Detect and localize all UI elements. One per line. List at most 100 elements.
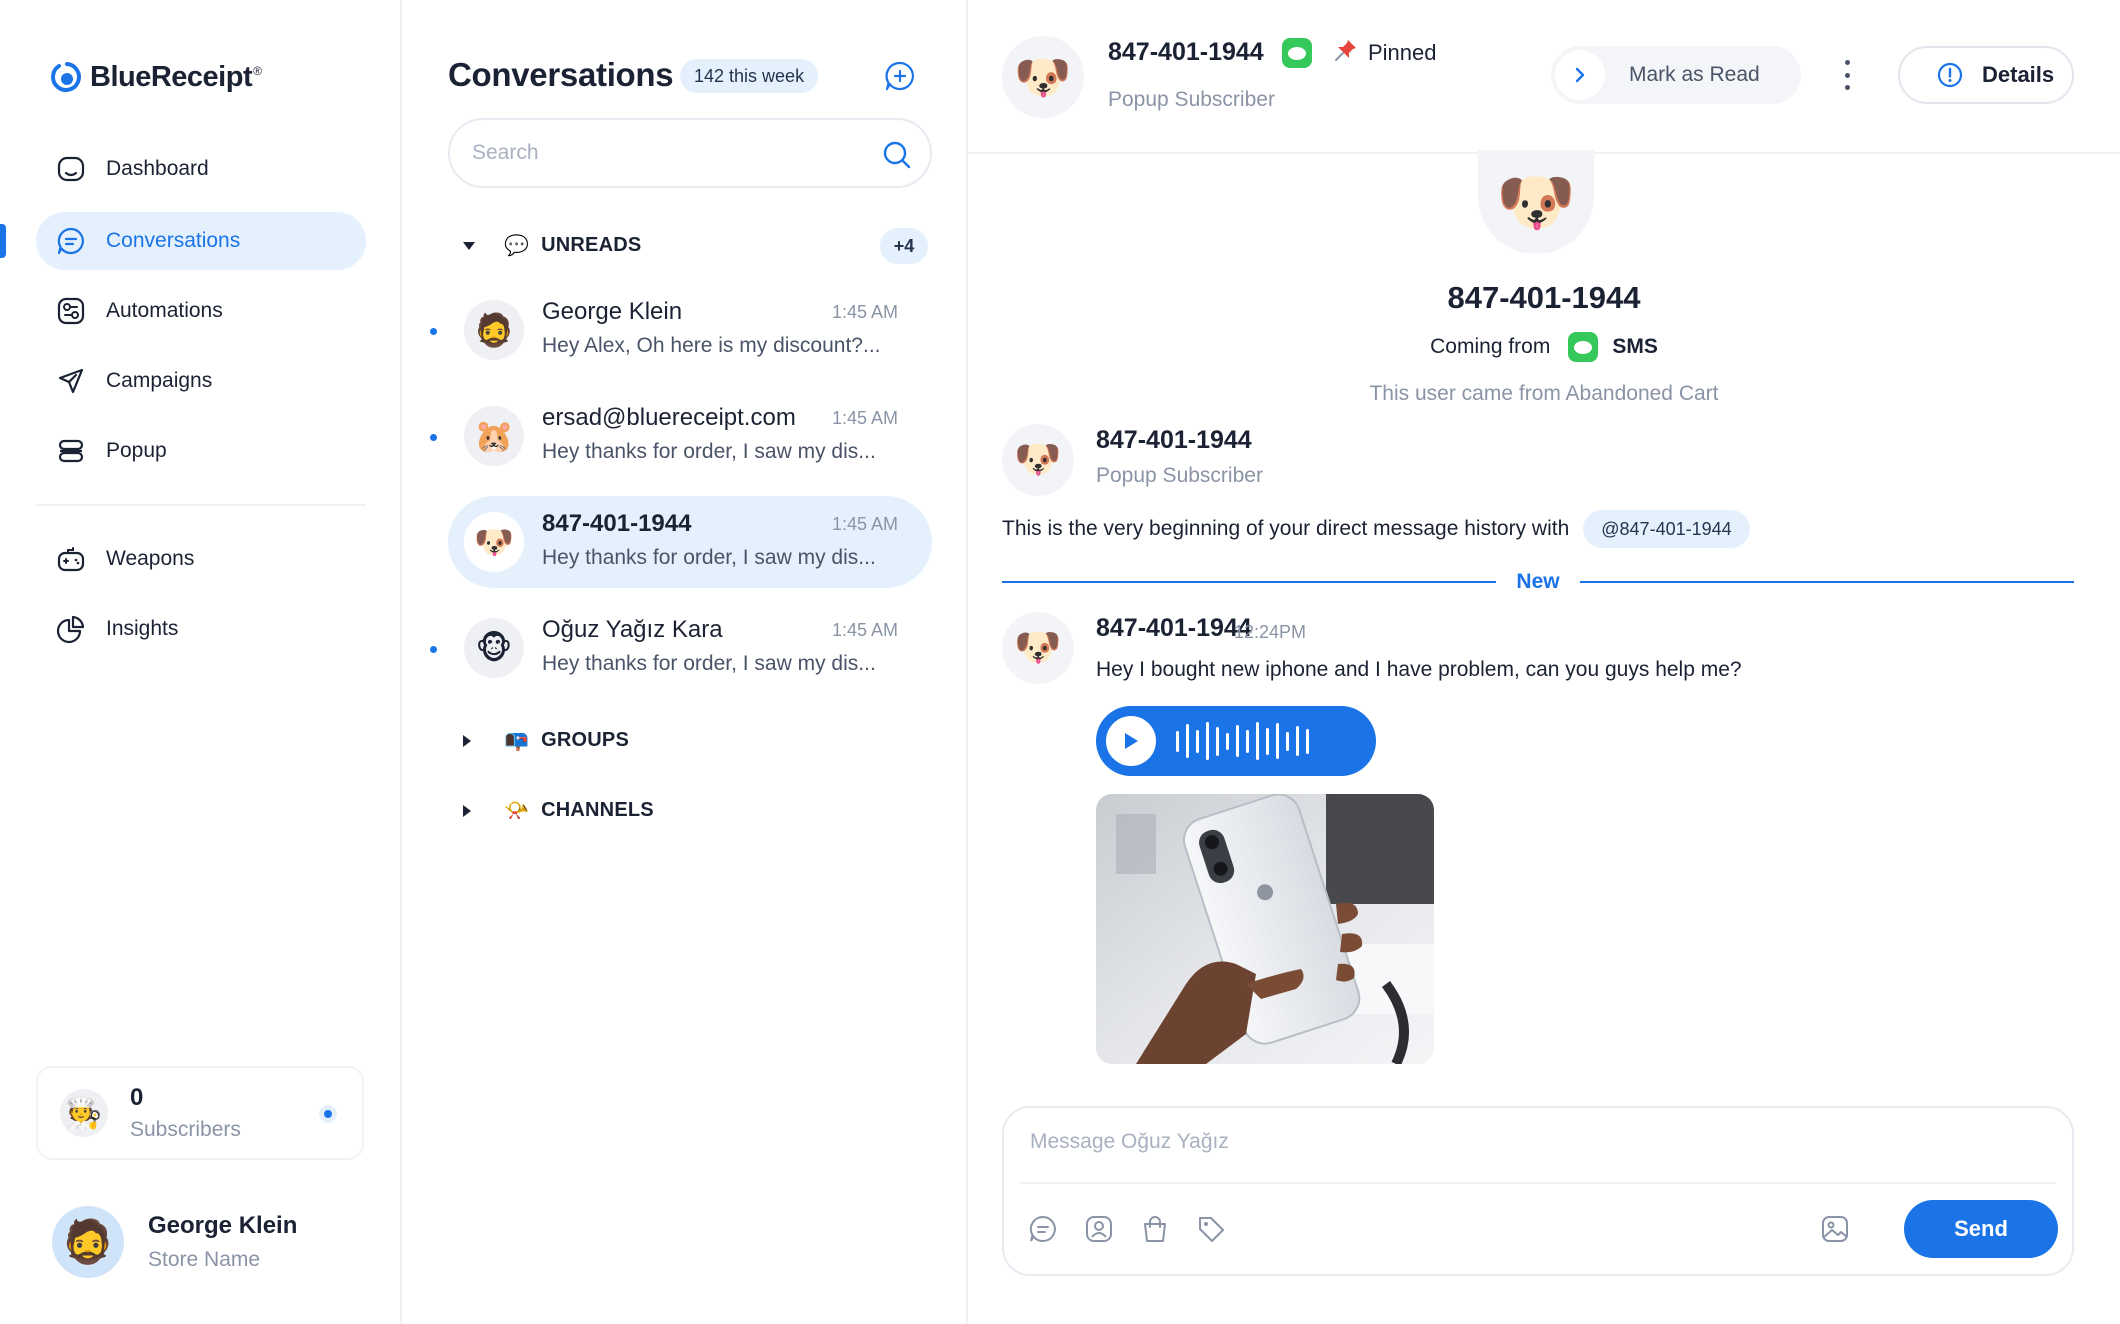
nav-weapons[interactable]: Weapons [36,530,366,588]
popup-icon [54,434,88,468]
store-name: Store Name [148,1248,261,1271]
message-preview: Hey Alex, Oh here is my discount?... [542,334,881,357]
waveform-bar [1286,731,1289,751]
waveform-bar [1246,729,1249,753]
avatar: 🐶 [1002,612,1074,684]
trademark: ® [253,63,262,78]
caret-right-icon [462,734,486,748]
subscribers-count: 0 [130,1084,144,1111]
source-channel: Coming from SMS [968,332,2120,362]
send-button[interactable]: Send [1904,1200,2058,1258]
details-button[interactable]: Details [1898,46,2074,104]
section-groups[interactable]: 📭 GROUPS [462,728,629,753]
conversation-item[interactable]: 🧔 George Klein 1:45 AM Hey Alex, Oh here… [430,284,932,376]
section-label: CHANNELS [541,799,654,821]
contact-name: 847-401-1944 [1447,280,1641,315]
chat-panel: 🐶 847-401-1944 Pinned Popup Subscriber M… [968,0,2120,1324]
chat-header: 🐶 847-401-1944 Pinned Popup Subscriber M… [968,0,2120,154]
source-note: This user came from Abandoned Cart [1369,382,1719,405]
waveform-bar [1226,732,1229,750]
section-channels[interactable]: 📯 CHANNELS [462,798,654,823]
conversation-item[interactable]: 🐵 Oğuz Yağız Kara 1:45 AM Hey thanks for… [430,602,932,694]
horn-icon: 📯 [504,800,530,822]
avatar: 🐶 [464,512,524,572]
message-time: 1:45 AM [831,514,898,534]
chevron-right-icon [1555,50,1605,100]
nav-popup[interactable]: Popup [36,422,366,480]
message-text: Hey I bought new iphone and I have probl… [1096,658,1742,681]
avatar: 🐵 [464,618,524,678]
sms-icon [1568,332,1599,362]
unread-dot [430,328,437,335]
image-icon[interactable] [1818,1212,1852,1246]
voice-message[interactable] [1096,706,1376,776]
nav-automations[interactable]: Automations [36,282,366,340]
waveform-bar [1216,726,1219,756]
contact-name: George Klein [542,298,683,325]
page-title: Conversations [448,56,674,93]
waveform-bar [1176,730,1179,752]
search-box [448,118,932,188]
message-preview: Hey thanks for order, I saw my dis... [542,440,876,463]
more-options-icon[interactable] [1840,60,1854,90]
unread-dot [430,434,437,441]
tag-icon[interactable] [1194,1212,1228,1246]
section-label: GROUPS [541,729,629,751]
new-messages-divider: New [1002,570,2074,594]
app-logo[interactable]: BlueReceipt® [50,55,262,99]
subscribers-avatar: 🧑‍🍳 [60,1089,108,1137]
nav-label: Automations [106,299,223,322]
waveform-bar [1296,726,1299,756]
contact-card-icon[interactable] [1082,1212,1116,1246]
pinned-label: Pinned [1368,40,1437,65]
shopping-bag-icon[interactable] [1138,1212,1172,1246]
message-input[interactable] [1030,1130,2030,1170]
section-label: UNREADS [541,234,642,256]
nav-campaigns[interactable]: Campaigns [36,352,366,410]
waveform-bar [1276,723,1279,759]
mention-tag[interactable]: @847-401-1944 [1583,510,1750,548]
avatar: 🧔 [464,300,524,360]
message-time: 1:45 AM [831,408,898,428]
user-name: George Klein [148,1212,298,1239]
subscribers-card[interactable]: 🧑‍🍳 0 Subscribers [36,1066,364,1160]
new-conversation-icon[interactable] [884,60,916,92]
sidebar: BlueReceipt® Dashboard Conversations Aut… [0,0,402,1324]
chat-bubble-icon[interactable] [1026,1212,1060,1246]
play-icon[interactable] [1106,716,1156,766]
search-icon[interactable] [882,140,912,170]
avatar[interactable]: 🐶 [1002,36,1084,118]
conversation-item-selected[interactable]: 🐶 847-401-1944 1:45 AM Hey thanks for or… [448,496,932,588]
contact-name: 847-401-1944 [542,510,692,537]
section-unreads[interactable]: 💬 UNREADS [462,233,641,258]
pie-chart-icon [54,612,88,646]
nav-divider [36,504,366,506]
contact-subtitle: Popup Subscriber [1108,88,1275,111]
user-profile[interactable]: 🧔 George Klein Store Name [52,1206,297,1278]
search-input[interactable] [472,141,852,165]
nav-dashboard[interactable]: Dashboard [36,140,366,198]
waveform-bar [1236,725,1239,757]
sms-icon [1282,38,1312,68]
caret-right-icon [462,804,486,818]
composer-divider [1020,1182,2056,1184]
app-name: BlueReceipt® [90,60,262,93]
nav-label: Dashboard [106,157,209,180]
nav-insights[interactable]: Insights [36,600,366,658]
mark-as-read-button[interactable]: Mark as Read [1551,46,1801,104]
nav-conversations[interactable]: Conversations [36,212,366,270]
message-time: 1:45 AM [831,302,898,322]
nav-label: Insights [106,617,179,640]
conversation-item[interactable]: 🐹 ersad@bluereceipt.com 1:45 AM Hey than… [430,390,932,482]
more-unreads-badge[interactable]: +4 [880,228,928,264]
waveform-bar [1186,724,1189,758]
channel-name: SMS [1612,335,1658,358]
mark-as-read-label: Mark as Read [1629,63,1760,86]
contact-name: ersad@bluereceipt.com [542,404,796,431]
info-icon [1937,62,1963,88]
message-composer: Send [1002,1106,2074,1276]
pinned-indicator[interactable]: Pinned [1334,38,1437,68]
nav-label: Conversations [106,229,241,252]
nav-label: Campaigns [106,369,213,392]
image-attachment[interactable] [1096,794,1434,1064]
